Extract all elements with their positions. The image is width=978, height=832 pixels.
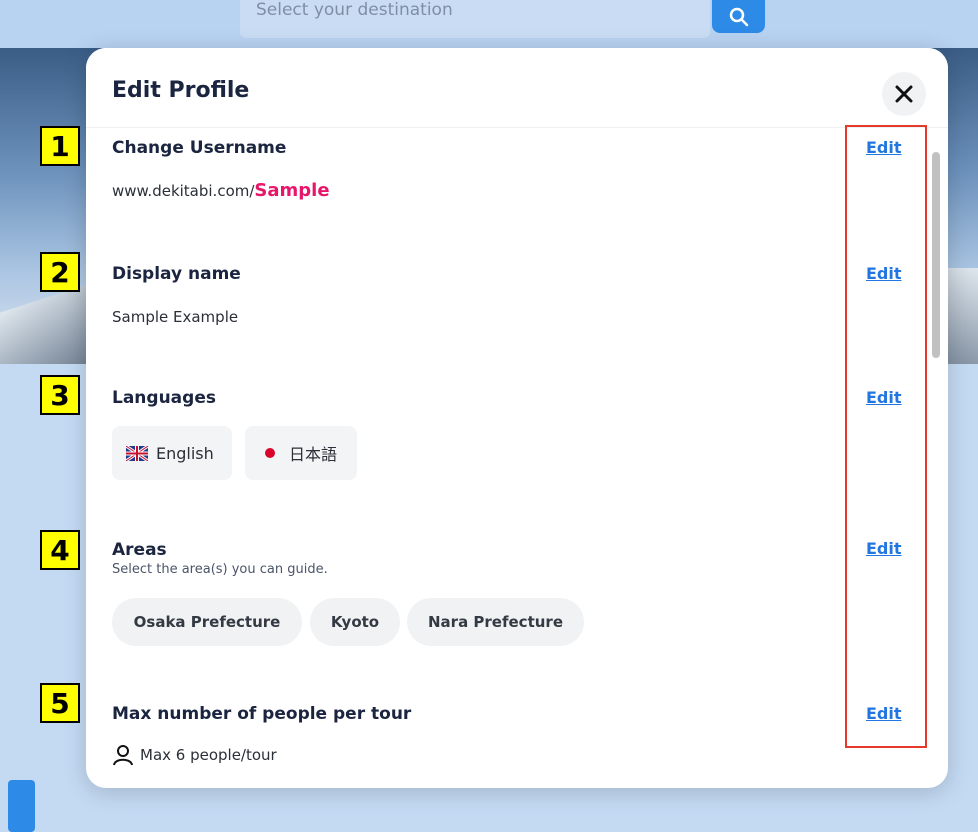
- close-icon: [895, 85, 913, 103]
- scrollbar-thumb[interactable]: [932, 152, 940, 358]
- area-pill: Osaka Prefecture: [112, 598, 302, 646]
- modal-header: Edit Profile: [86, 48, 948, 128]
- annotation-badge-1: 1: [40, 126, 80, 166]
- japan-flag-icon: [265, 448, 275, 458]
- close-button[interactable]: [882, 72, 926, 116]
- search-placeholder: Select your destination: [256, 0, 453, 20]
- max-people-value-row: Max 6 people/tour: [112, 744, 277, 766]
- url-prefix: www.dekitabi.com/: [112, 182, 255, 200]
- annotation-badge-4: 4: [40, 530, 80, 570]
- edit-profile-modal: Edit Profile Change Username www.dekitab…: [86, 48, 948, 788]
- area-pill: Kyoto: [310, 598, 400, 646]
- modal-body: Change Username www.dekitabi.com/Sample …: [86, 128, 948, 788]
- person-icon: [113, 745, 133, 766]
- language-label: 日本語: [289, 445, 338, 464]
- annotation-badge-5: 5: [40, 683, 80, 723]
- modal-title: Edit Profile: [112, 78, 250, 103]
- annotation-badge-2: 2: [40, 252, 80, 292]
- username-value: Sample: [254, 180, 330, 201]
- username-url: www.dekitabi.com/Sample: [112, 180, 330, 201]
- languages-section-title: Languages: [112, 388, 216, 408]
- language-chip-english: English: [112, 426, 232, 480]
- max-people-section-title: Max number of people per tour: [112, 704, 412, 724]
- language-label: English: [156, 443, 214, 463]
- language-chip-japanese: 日本語: [245, 426, 357, 480]
- areas-section-title: Areas: [112, 540, 167, 560]
- max-people-value: Max 6 people/tour: [140, 746, 277, 764]
- username-section-title: Change Username: [112, 138, 287, 158]
- edit-links-highlight-box: [845, 125, 927, 748]
- display-name-section-title: Display name: [112, 264, 241, 284]
- area-pill: Nara Prefecture: [407, 598, 584, 646]
- side-button[interactable]: [8, 780, 35, 832]
- annotation-badge-3: 3: [40, 375, 80, 415]
- display-name-value: Sample Example: [112, 308, 239, 326]
- search-button[interactable]: [712, 0, 765, 33]
- search-icon: [729, 7, 748, 26]
- areas-subtitle: Select the area(s) you can guide.: [112, 562, 328, 577]
- uk-flag-icon: [126, 445, 148, 461]
- destination-search-input[interactable]: Select your destination: [240, 0, 710, 38]
